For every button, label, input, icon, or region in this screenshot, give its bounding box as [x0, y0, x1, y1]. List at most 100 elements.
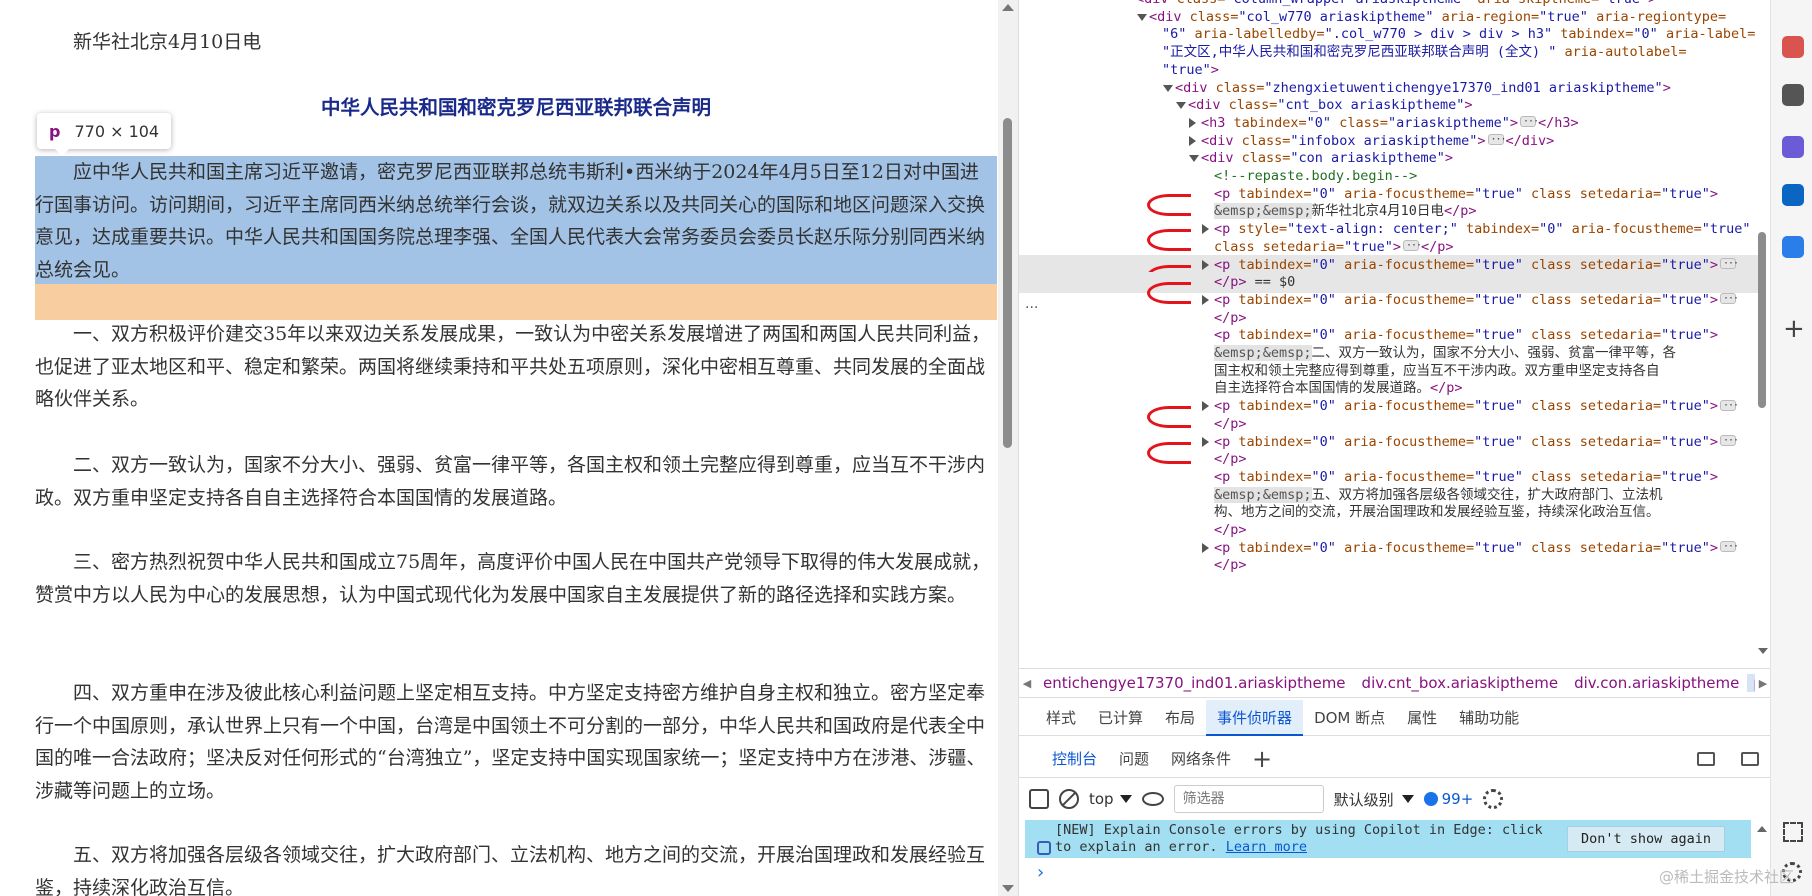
tooltip-dimensions: 770 × 104 — [74, 121, 160, 141]
dom-token: &emsp;&emsp; — [1214, 203, 1312, 220]
collapse-triangle-icon[interactable] — [1176, 102, 1186, 110]
briefcase-icon[interactable] — [1782, 36, 1804, 58]
dom-token: "true" — [1474, 468, 1532, 485]
context-selector[interactable]: top — [1089, 790, 1132, 808]
dom-token: "0" — [1306, 114, 1340, 131]
tab-event-listeners[interactable]: 事件侦听器 — [1206, 699, 1304, 736]
expand-triangle-icon[interactable] — [1202, 294, 1209, 305]
dom-token: "col_w770 ariaskiptheme" — [1238, 8, 1442, 25]
add-sidebar-app-plus-icon[interactable]: + — [1783, 316, 1805, 342]
article-dateline: 新华社北京4月10日电 — [35, 26, 997, 59]
tab-computed[interactable]: 已计算 — [1087, 700, 1154, 736]
page-scroll-thumb[interactable] — [1003, 118, 1012, 448]
expand-ellipsis-icon[interactable] — [1720, 430, 1738, 451]
close-drawer-icon[interactable] — [1741, 752, 1759, 766]
elements-dom-tree[interactable]: <div class="column_wrapper ariaskiptheme… — [1019, 0, 1771, 664]
expand-ellipsis-icon[interactable] — [1720, 253, 1738, 274]
tab-layout[interactable]: 布局 — [1154, 700, 1206, 736]
expand-triangle-icon[interactable] — [1189, 135, 1196, 146]
expand-triangle-icon[interactable] — [1189, 117, 1196, 128]
dom-token: "正文区,中华人民共和国和密克罗尼西亚联邦联合声明 (全文) " — [1162, 44, 1565, 61]
tab-styles[interactable]: 样式 — [1035, 700, 1087, 736]
dom-token: aria-labelledby= — [1194, 26, 1325, 43]
breadcrumb-left-arrow-icon[interactable]: ◀ — [1019, 677, 1035, 690]
expand-triangle-icon[interactable] — [1202, 224, 1209, 235]
expand-ellipsis-icon[interactable] — [1720, 288, 1738, 309]
expand-ellipsis-icon[interactable] — [1487, 129, 1506, 150]
user-group-icon[interactable] — [1782, 84, 1804, 106]
copilot-banner: [NEW] Explain Console errors by using Co… — [1025, 820, 1751, 858]
dom-token: setedaria= — [1579, 291, 1662, 308]
log-levels-dropdown[interactable]: 默认级别 — [1334, 789, 1414, 810]
outlook-icon[interactable] — [1782, 184, 1804, 206]
breadcrumb-item[interactable]: div.cnt_box.ariaskiptheme — [1354, 674, 1567, 692]
dom-tree-scrollbar[interactable] — [1755, 0, 1769, 664]
copilot-icon[interactable] — [1782, 136, 1804, 158]
console-settings-gear-icon[interactable] — [1483, 789, 1504, 809]
dom-token: "true" — [1344, 238, 1393, 255]
dom-token: > — [1709, 468, 1718, 485]
article-title: 中华人民共和国和密克罗尼西亚联邦联合声明 — [320, 96, 711, 119]
dom-tree-scroll-thumb[interactable] — [1758, 232, 1766, 408]
collapse-triangle-icon[interactable] — [1189, 155, 1199, 163]
breadcrumb-item-current[interactable]: p — [1747, 674, 1755, 692]
clear-console-icon[interactable] — [1059, 789, 1079, 809]
tab-console[interactable]: 控制台 — [1041, 740, 1108, 778]
tab-accessibility[interactable]: 辅助功能 — [1448, 700, 1530, 736]
scroll-down-arrow-icon[interactable] — [1002, 885, 1014, 892]
dom-token: aria-focustheme= — [1344, 185, 1475, 202]
add-tab-plus-icon[interactable]: + — [1242, 745, 1282, 773]
breadcrumb-item[interactable]: entichengye17370_ind01.ariaskiptheme — [1035, 674, 1354, 692]
dom-token: > — [1709, 433, 1718, 450]
dom-token: aria-regiontype= — [1596, 8, 1727, 25]
tab-network-conditions[interactable]: 网络条件 — [1160, 740, 1242, 778]
learn-more-link[interactable]: Learn more — [1226, 839, 1307, 855]
dom-token: aria-focustheme= — [1344, 539, 1475, 556]
chevron-down-icon — [1119, 795, 1132, 803]
dom-token: setedaria= — [1579, 185, 1662, 202]
tab-properties[interactable]: 属性 — [1396, 700, 1448, 736]
expand-triangle-icon[interactable] — [1202, 259, 1209, 270]
page-scrollbar[interactable] — [998, 0, 1018, 896]
scroll-up-arrow-icon[interactable] — [1002, 4, 1014, 11]
dom-token: setedaria= — [1579, 468, 1662, 485]
sidebar-toggle-icon[interactable] — [1029, 789, 1049, 809]
dom-token: <h3 — [1201, 114, 1234, 131]
dom-node-line[interactable]: </p> — [1019, 555, 1759, 576]
article-paragraph-2: 二、双方一致认为，国家不分大小、强弱、贫富一律平等，各国主权和领土完整应得到尊重… — [35, 449, 997, 514]
drawer-tabs: 控制台 问题 网络条件 + — [1019, 740, 1771, 778]
node-actions-ellipsis-icon[interactable]: ··· — [1025, 300, 1038, 316]
screenshot-icon[interactable] — [1783, 822, 1803, 842]
live-expression-eye-icon[interactable] — [1141, 792, 1164, 806]
dom-token: class — [1531, 291, 1580, 308]
console-filter-input[interactable] — [1173, 785, 1324, 813]
dom-token: class= — [1215, 79, 1265, 96]
collapse-triangle-icon[interactable] — [1163, 84, 1173, 92]
dont-show-again-button[interactable]: Don't show again — [1567, 826, 1725, 852]
expand-ellipsis-icon[interactable] — [1520, 111, 1538, 132]
dom-token: > — [1509, 114, 1519, 131]
scroll-down-arrow-icon[interactable] — [1758, 648, 1768, 654]
expand-triangle-icon[interactable] — [1202, 542, 1209, 553]
console-prompt[interactable]: › — [1037, 862, 1044, 883]
scroll-up-arrow-icon[interactable] — [1757, 826, 1767, 832]
expand-ellipsis-icon[interactable] — [1720, 536, 1738, 557]
undock-drawer-icon[interactable] — [1697, 752, 1715, 766]
dom-token: <div — [1188, 97, 1229, 114]
tab-issues[interactable]: 问题 — [1108, 740, 1160, 778]
dom-token: "true" — [1661, 327, 1710, 344]
expand-ellipsis-icon[interactable] — [1720, 395, 1738, 416]
breadcrumb-item[interactable]: div.con.ariaskiptheme — [1566, 674, 1747, 692]
expand-ellipsis-icon[interactable] — [1402, 235, 1421, 256]
issues-counter[interactable]: 99+ — [1423, 790, 1473, 808]
dom-token: class — [1531, 327, 1580, 344]
expand-triangle-icon[interactable] — [1202, 436, 1209, 447]
send-icon[interactable] — [1782, 236, 1804, 258]
breadcrumb-right-arrow-icon[interactable]: ▶ — [1755, 677, 1771, 690]
dom-token: "true" — [1474, 398, 1532, 415]
dom-node-markup: </p> — [1214, 555, 1247, 576]
collapse-triangle-icon[interactable] — [1137, 13, 1147, 21]
dom-token: <p — [1214, 398, 1239, 415]
expand-triangle-icon[interactable] — [1202, 401, 1209, 412]
tab-dom-breakpoints[interactable]: DOM 断点 — [1303, 700, 1396, 736]
